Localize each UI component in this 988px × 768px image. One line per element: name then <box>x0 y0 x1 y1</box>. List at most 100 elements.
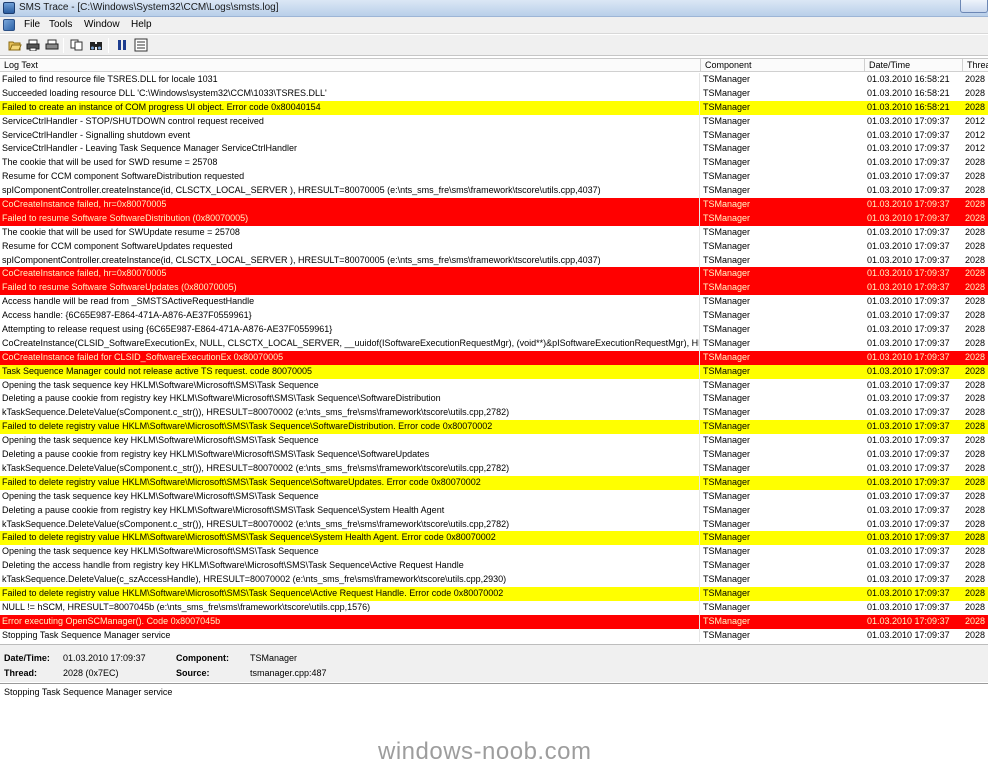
log-row[interactable]: NULL != hSCM, HRESULT=8007045b (e:\nts_s… <box>0 600 988 615</box>
log-text-cell: Deleting a pause cookie from registry ke… <box>0 392 700 407</box>
thread-cell: 2028 ( <box>965 87 988 98</box>
log-text-cell: kTaskSequence.DeleteValue(c_szAccessHand… <box>0 573 700 587</box>
log-row[interactable]: Opening the task sequence key HKLM\Softw… <box>0 378 988 393</box>
thread-cell: 2028 ( <box>965 587 988 598</box>
log-row[interactable]: Opening the task sequence key HKLM\Softw… <box>0 545 988 560</box>
log-row[interactable]: kTaskSequence.DeleteValue(c_szAccessHand… <box>0 573 988 587</box>
log-text-cell: Opening the task sequence key HKLM\Softw… <box>0 489 700 504</box>
entry-text: Stopping Task Sequence Manager service <box>4 687 173 697</box>
log-row[interactable]: Failed to resume Software SoftwareUpdate… <box>0 281 988 296</box>
log-row[interactable]: spIComponentController.createInstance(id… <box>0 253 988 268</box>
log-row[interactable]: Failed to delete registry value HKLM\Sof… <box>0 475 988 490</box>
component-cell: TSManager <box>703 365 751 376</box>
datetime-cell: 01.03.2010 17:09:37 <box>867 393 950 404</box>
log-row[interactable]: Deleting a pause cookie from registry ke… <box>0 392 988 407</box>
thread-cell: 2028 ( <box>965 282 988 293</box>
print-setup-icon[interactable] <box>25 38 40 52</box>
watermark: windows-noob.com <box>378 738 592 765</box>
log-row[interactable]: Deleting a pause cookie from registry ke… <box>0 503 988 518</box>
log-row[interactable]: Resume for CCM component SoftwareDistrib… <box>0 170 988 185</box>
log-text-cell: Deleting the access handle from registry… <box>0 559 700 574</box>
log-text-cell: Deleting a pause cookie from registry ke… <box>0 448 700 462</box>
log-row[interactable]: Stopping Task Sequence Manager service TS… <box>0 628 988 642</box>
log-row[interactable]: Succeeded loading resource DLL 'C:\Windo… <box>0 86 988 101</box>
log-row[interactable]: spIComponentController.createInstance(id… <box>0 184 988 199</box>
log-row[interactable]: kTaskSequence.DeleteValue(sComponent.c_s… <box>0 517 988 532</box>
log-row[interactable]: Error executing OpenSCManager(). Code 0x… <box>0 614 988 629</box>
find-icon[interactable] <box>88 38 103 52</box>
log-text-cell: Resume for CCM component SoftwareDistrib… <box>0 170 700 185</box>
log-row[interactable]: Failed to delete registry value HKLM\Sof… <box>0 586 988 601</box>
log-row[interactable]: Resume for CCM component SoftwareUpdates… <box>0 239 988 254</box>
thread-cell: 2028 ( <box>965 490 988 501</box>
log-grid[interactable]: Log Text Component Date/Time Thread Fail… <box>0 58 988 642</box>
column-header-datetime[interactable]: Date/Time <box>865 59 963 72</box>
menu-file[interactable]: File <box>22 19 42 30</box>
toolbar-separator <box>63 38 64 53</box>
log-row[interactable]: Deleting the access handle from registry… <box>0 559 988 574</box>
log-row[interactable]: CoCreateInstance failed, hr=0x80070005 TS… <box>0 267 988 282</box>
log-row[interactable]: CoCreateInstance(CLSID_SoftwareExecution… <box>0 336 988 351</box>
log-row[interactable]: Opening the task sequence key HKLM\Softw… <box>0 489 988 504</box>
log-row[interactable]: Task Sequence Manager could not release … <box>0 364 988 379</box>
log-row[interactable]: CoCreateInstance failed, hr=0x80070005 TS… <box>0 198 988 212</box>
log-row[interactable]: ServiceCtrlHandler - STOP/SHUTDOWN contr… <box>0 114 988 129</box>
open-icon[interactable] <box>7 38 22 52</box>
column-header-thread[interactable]: Thread <box>963 59 988 72</box>
datetime-cell: 01.03.2010 17:09:37 <box>867 337 950 348</box>
thread-cell: 2028 ( <box>965 212 988 223</box>
thread-cell: 2028 ( <box>965 560 988 571</box>
component-cell: TSManager <box>703 560 751 571</box>
print-icon[interactable] <box>44 38 59 52</box>
column-header-log-text[interactable]: Log Text <box>0 59 701 72</box>
menu-window[interactable]: Window <box>82 19 122 30</box>
log-row[interactable]: CoCreateInstance failed for CLSID_Softwa… <box>0 350 988 365</box>
column-header-component[interactable]: Component <box>701 59 865 72</box>
thread-cell: 2028 ( <box>965 157 988 168</box>
log-row[interactable]: kTaskSequence.DeleteValue(sComponent.c_s… <box>0 406 988 421</box>
log-row[interactable]: Failed to delete registry value HKLM\Sof… <box>0 531 988 546</box>
datetime-cell: 01.03.2010 17:09:37 <box>867 601 950 612</box>
log-row[interactable]: Opening the task sequence key HKLM\Softw… <box>0 434 988 449</box>
menu-help[interactable]: Help <box>129 19 154 30</box>
log-row[interactable]: Access handle: {6C65E987-E864-471A-A876-… <box>0 309 988 324</box>
component-cell: TSManager <box>703 337 751 348</box>
datetime-cell: 01.03.2010 17:09:37 <box>867 449 950 460</box>
log-row[interactable]: Access handle will be read from _SMSTSAc… <box>0 295 988 310</box>
log-row[interactable]: The cookie that will be used for SWD res… <box>0 156 988 171</box>
log-text-cell: The cookie that will be used for SWD res… <box>0 156 700 171</box>
datetime-cell: 01.03.2010 17:09:37 <box>867 615 950 626</box>
log-row[interactable]: Failed to delete registry value HKLM\Sof… <box>0 420 988 435</box>
component-cell: TSManager <box>703 615 751 626</box>
log-row[interactable]: Failed to resume Software SoftwareDistri… <box>0 211 988 226</box>
copy-icon[interactable] <box>69 38 84 52</box>
menu-tools[interactable]: Tools <box>47 19 74 30</box>
log-text-cell: Resume for CCM component SoftwareUpdates… <box>0 239 700 254</box>
datetime-cell: 01.03.2010 17:09:37 <box>867 504 950 515</box>
log-row[interactable]: Attempting to release request using {6C6… <box>0 323 988 337</box>
log-text-cell: kTaskSequence.DeleteValue(sComponent.c_s… <box>0 517 700 532</box>
datetime-cell: 01.03.2010 17:09:37 <box>867 490 950 501</box>
thread-cell: 2012 ( <box>965 143 988 154</box>
document-menu-icon[interactable] <box>3 19 15 31</box>
log-row[interactable]: Deleting a pause cookie from registry ke… <box>0 448 988 462</box>
log-row[interactable]: kTaskSequence.DeleteValue(sComponent.c_s… <box>0 461 988 476</box>
highlight-icon[interactable] <box>133 38 148 52</box>
menu-bar: File Tools Window Help <box>0 17 988 34</box>
log-row[interactable]: ServiceCtrlHandler - Leaving Task Sequen… <box>0 142 988 157</box>
pause-icon[interactable] <box>114 38 129 52</box>
log-row[interactable]: Failed to create an instance of COM prog… <box>0 100 988 115</box>
log-text-cell: NULL != hSCM, HRESULT=8007045b (e:\nts_s… <box>0 600 700 615</box>
component-cell: TSManager <box>703 87 751 98</box>
component-cell: TSManager <box>703 310 751 321</box>
log-row[interactable]: ServiceCtrlHandler - Signalling shutdown… <box>0 128 988 143</box>
datetime-cell: 01.03.2010 16:58:21 <box>867 87 950 98</box>
thread-cell: 2028 ( <box>965 407 988 418</box>
log-row[interactable]: The cookie that will be used for SWUpdat… <box>0 225 988 240</box>
log-text-cell: ServiceCtrlHandler - Signalling shutdown… <box>0 128 700 143</box>
minimize-button[interactable] <box>960 0 988 13</box>
thread-cell: 2028 ( <box>965 337 988 348</box>
datetime-cell: 01.03.2010 17:09:37 <box>867 421 950 432</box>
component-cell: TSManager <box>703 324 751 335</box>
log-row[interactable]: Failed to find resource file TSRES.DLL f… <box>0 73 988 87</box>
